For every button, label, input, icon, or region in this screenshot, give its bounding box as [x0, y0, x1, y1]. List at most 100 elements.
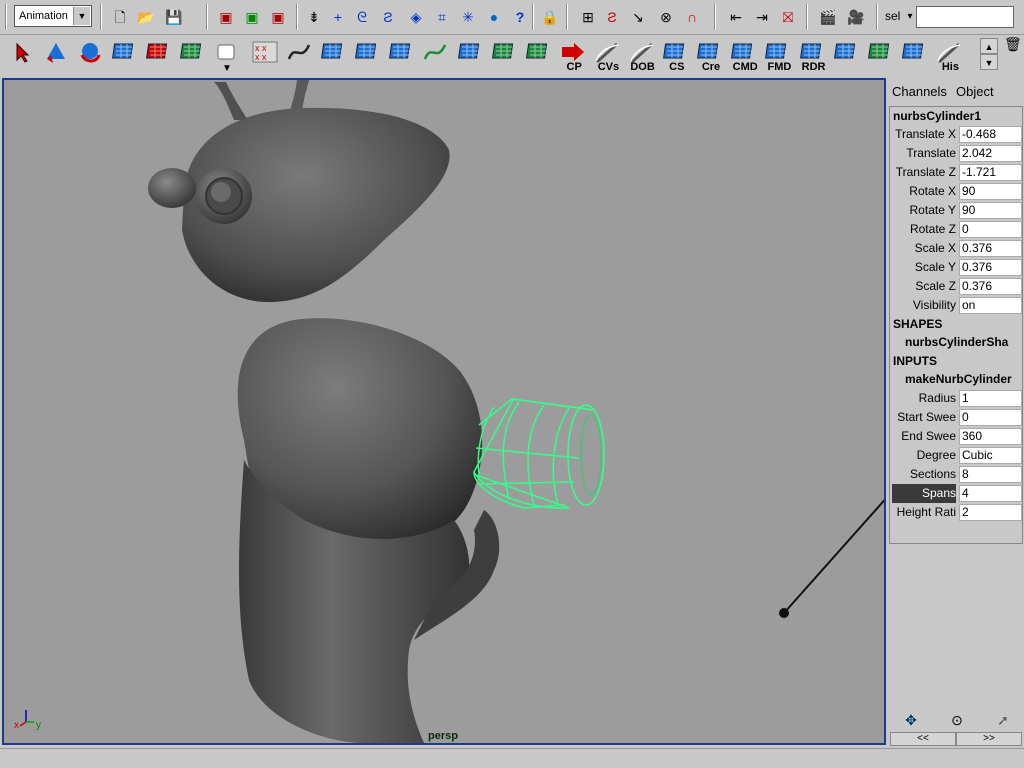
surface-mask-icon[interactable]: ⌗ — [432, 7, 452, 27]
shelf-button-fmd[interactable]: FMD — [762, 39, 794, 73]
construction-history-icon[interactable]: ⛝ — [778, 7, 798, 27]
shelf-button-pivot[interactable] — [831, 39, 863, 73]
shelf-button-curve[interactable] — [420, 39, 452, 73]
menu-object[interactable]: Object — [956, 84, 994, 99]
perspective-viewport[interactable]: x y persp — [2, 78, 886, 745]
shelf-button-cv-curve[interactable]: x xx x — [249, 39, 281, 73]
curve-mask-icon[interactable]: ◈ — [406, 7, 426, 27]
channel-name[interactable]: Visibility — [890, 296, 956, 315]
shelf-button-normals[interactable] — [523, 39, 555, 73]
shelf-button-boundary[interactable] — [489, 39, 521, 73]
select-component-icon[interactable]: ▣ — [268, 7, 288, 27]
joint-icon[interactable]: Ƨ — [378, 7, 398, 27]
save-scene-icon[interactable]: 💾 — [164, 7, 184, 27]
channel-row[interactable]: End Swee 360 — [890, 427, 1022, 446]
channel-name[interactable]: Height Rati — [890, 503, 956, 522]
handle-icon[interactable]: ᘓ — [352, 7, 372, 27]
snap-grid-icon[interactable]: ⊞ — [578, 7, 598, 27]
channel-value-field[interactable]: -0.468 — [959, 126, 1022, 143]
channel-value-field[interactable]: 0 — [959, 221, 1022, 238]
shelf-button-square-button[interactable]: ▼ — [211, 39, 243, 74]
nurbs-cylinder-wireframe[interactable] — [473, 397, 605, 509]
channel-row[interactable]: Radius 1 — [890, 389, 1022, 408]
channel-value-field[interactable]: 4 — [959, 485, 1022, 502]
move-tool-icon[interactable]: ✥ — [896, 710, 926, 730]
shelf-button-loft[interactable] — [352, 39, 384, 73]
scene-canvas[interactable] — [4, 80, 884, 743]
channel-row[interactable]: Rotate Y 90 — [890, 201, 1022, 220]
rotate-tool-icon[interactable]: ⊙ — [942, 710, 972, 730]
shelf-button-extrude[interactable] — [455, 39, 487, 73]
channel-row[interactable]: Height Rati 2 — [890, 503, 1022, 522]
chevron-down-icon[interactable]: ▼ — [73, 7, 90, 25]
shelf-button-cvs[interactable]: CVs — [591, 39, 623, 73]
input-node-name[interactable]: makeNurbCylinder — [890, 370, 1022, 389]
make-live-icon[interactable]: ∩ — [682, 7, 702, 27]
next-button[interactable]: >> — [956, 732, 1022, 746]
channel-row[interactable]: Scale X 0.376 — [890, 239, 1022, 258]
channel-row[interactable]: Sections 8 — [890, 465, 1022, 484]
channel-value-field[interactable]: 0.376 — [959, 259, 1022, 276]
shelf-button-revolve[interactable] — [318, 39, 350, 73]
shelf-button-planar[interactable] — [386, 39, 418, 73]
menu-set-dropdown[interactable]: Animation ▼ — [14, 5, 92, 27]
channel-name[interactable]: Translate Z — [890, 163, 956, 182]
shelf-button-select-arrow[interactable] — [6, 39, 38, 73]
channel-name[interactable]: Rotate Y — [890, 201, 956, 220]
shelf-button-cube[interactable] — [109, 39, 141, 73]
channel-name[interactable]: Scale Y — [890, 258, 956, 277]
channel-name[interactable]: Translate — [890, 144, 956, 163]
lock-selection-icon[interactable]: 🔒 — [540, 7, 560, 27]
shelf-button-cone[interactable] — [40, 39, 72, 73]
channel-row[interactable]: Degree Cubic — [890, 446, 1022, 465]
select-all-icon[interactable]: + — [328, 7, 348, 27]
render-icon[interactable]: 🎬 — [818, 7, 838, 27]
channel-value-field[interactable]: 0.376 — [959, 240, 1022, 257]
shelf-button-move-manip[interactable] — [143, 39, 175, 73]
misc-mask-icon[interactable]: ? — [510, 7, 530, 27]
shelf-button-rdr[interactable]: RDR — [797, 39, 829, 73]
channel-value-field[interactable]: 360 — [959, 428, 1022, 445]
channel-row[interactable]: Translate X -0.468 — [890, 125, 1022, 144]
shelf-button-cre[interactable]: Cre — [694, 39, 726, 73]
snap-point-icon[interactable]: ↘ — [628, 7, 648, 27]
channel-row[interactable]: Translate 2.042 — [890, 144, 1022, 163]
channel-value-field[interactable]: 0 — [959, 409, 1022, 426]
prev-button[interactable]: << — [890, 732, 956, 746]
channel-value-field[interactable]: 2.042 — [959, 145, 1022, 162]
shelf-button-cmd[interactable]: CMD — [728, 39, 760, 73]
channel-value-field[interactable]: 0.376 — [959, 278, 1022, 295]
channel-row[interactable]: Rotate X 90 — [890, 182, 1022, 201]
channel-value-field[interactable]: 90 — [959, 183, 1022, 200]
shape-node-name[interactable]: nurbsCylinderSha — [890, 333, 1022, 352]
shelf-button-cp[interactable]: CP — [557, 39, 589, 73]
channel-value-field[interactable]: Cubic — [959, 447, 1022, 464]
shelf-scroll[interactable]: ▲ ▼ — [980, 38, 1000, 72]
ipr-render-icon[interactable]: 🎥 — [846, 7, 866, 27]
shelf-button-ep-curve[interactable] — [284, 39, 316, 73]
output-ops-icon[interactable]: ⇥ — [752, 7, 772, 27]
object-name[interactable]: nurbsCylinder1 — [890, 107, 1022, 125]
select-object-icon[interactable]: ▣ — [242, 7, 262, 27]
channel-row[interactable]: Rotate Z0 — [890, 220, 1022, 239]
channel-row[interactable]: Scale Y 0.376 — [890, 258, 1022, 277]
shelf-button-paint[interactable] — [899, 39, 931, 73]
dynamic-mask-icon[interactable]: ● — [484, 7, 504, 27]
mask-menu-icon[interactable]: ⇟ — [304, 7, 324, 27]
channel-row[interactable]: Scale Z 0.376 — [890, 277, 1022, 296]
channel-row[interactable]: Visibility on — [890, 296, 1022, 315]
channel-name[interactable]: Radius — [890, 389, 956, 408]
channel-row[interactable]: Spans 4 — [890, 484, 1022, 503]
shelf-button-his[interactable]: His — [933, 39, 965, 73]
channel-name[interactable]: End Swee — [890, 427, 956, 446]
shelf-button-cs[interactable]: CS — [660, 39, 692, 73]
deformer-mask-icon[interactable]: ✳ — [458, 7, 478, 27]
channel-name[interactable]: Start Swee — [890, 408, 956, 427]
input-ops-icon[interactable]: ⇤ — [726, 7, 746, 27]
channel-name[interactable]: Rotate Z — [890, 220, 956, 239]
select-hierarchy-icon[interactable]: ▣ — [216, 7, 236, 27]
channel-name[interactable]: Translate X — [890, 125, 956, 144]
channel-value-field[interactable]: 90 — [959, 202, 1022, 219]
channel-row[interactable]: Translate Z -1.721 — [890, 163, 1022, 182]
shelf-button-dob[interactable]: DOB — [626, 39, 658, 73]
